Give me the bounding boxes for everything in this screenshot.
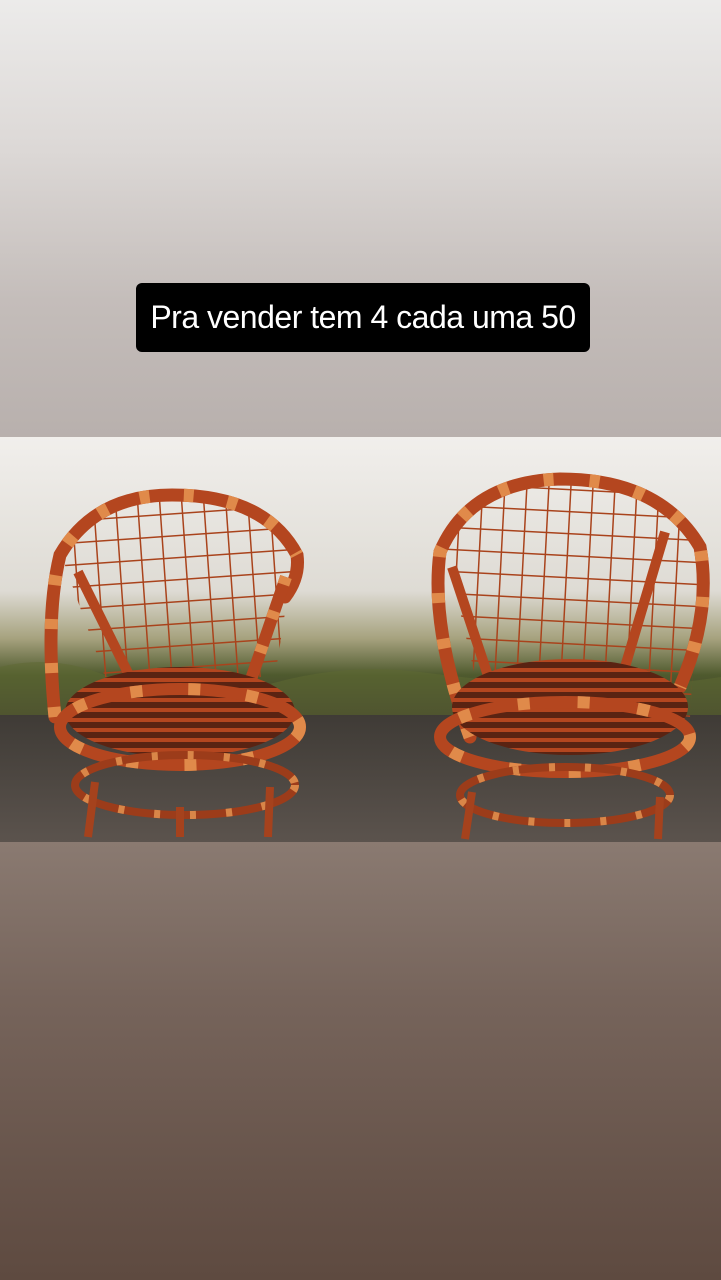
chairs-photo: [0, 437, 721, 842]
story-caption: Pra vender tem 4 cada uma 50: [136, 283, 590, 352]
